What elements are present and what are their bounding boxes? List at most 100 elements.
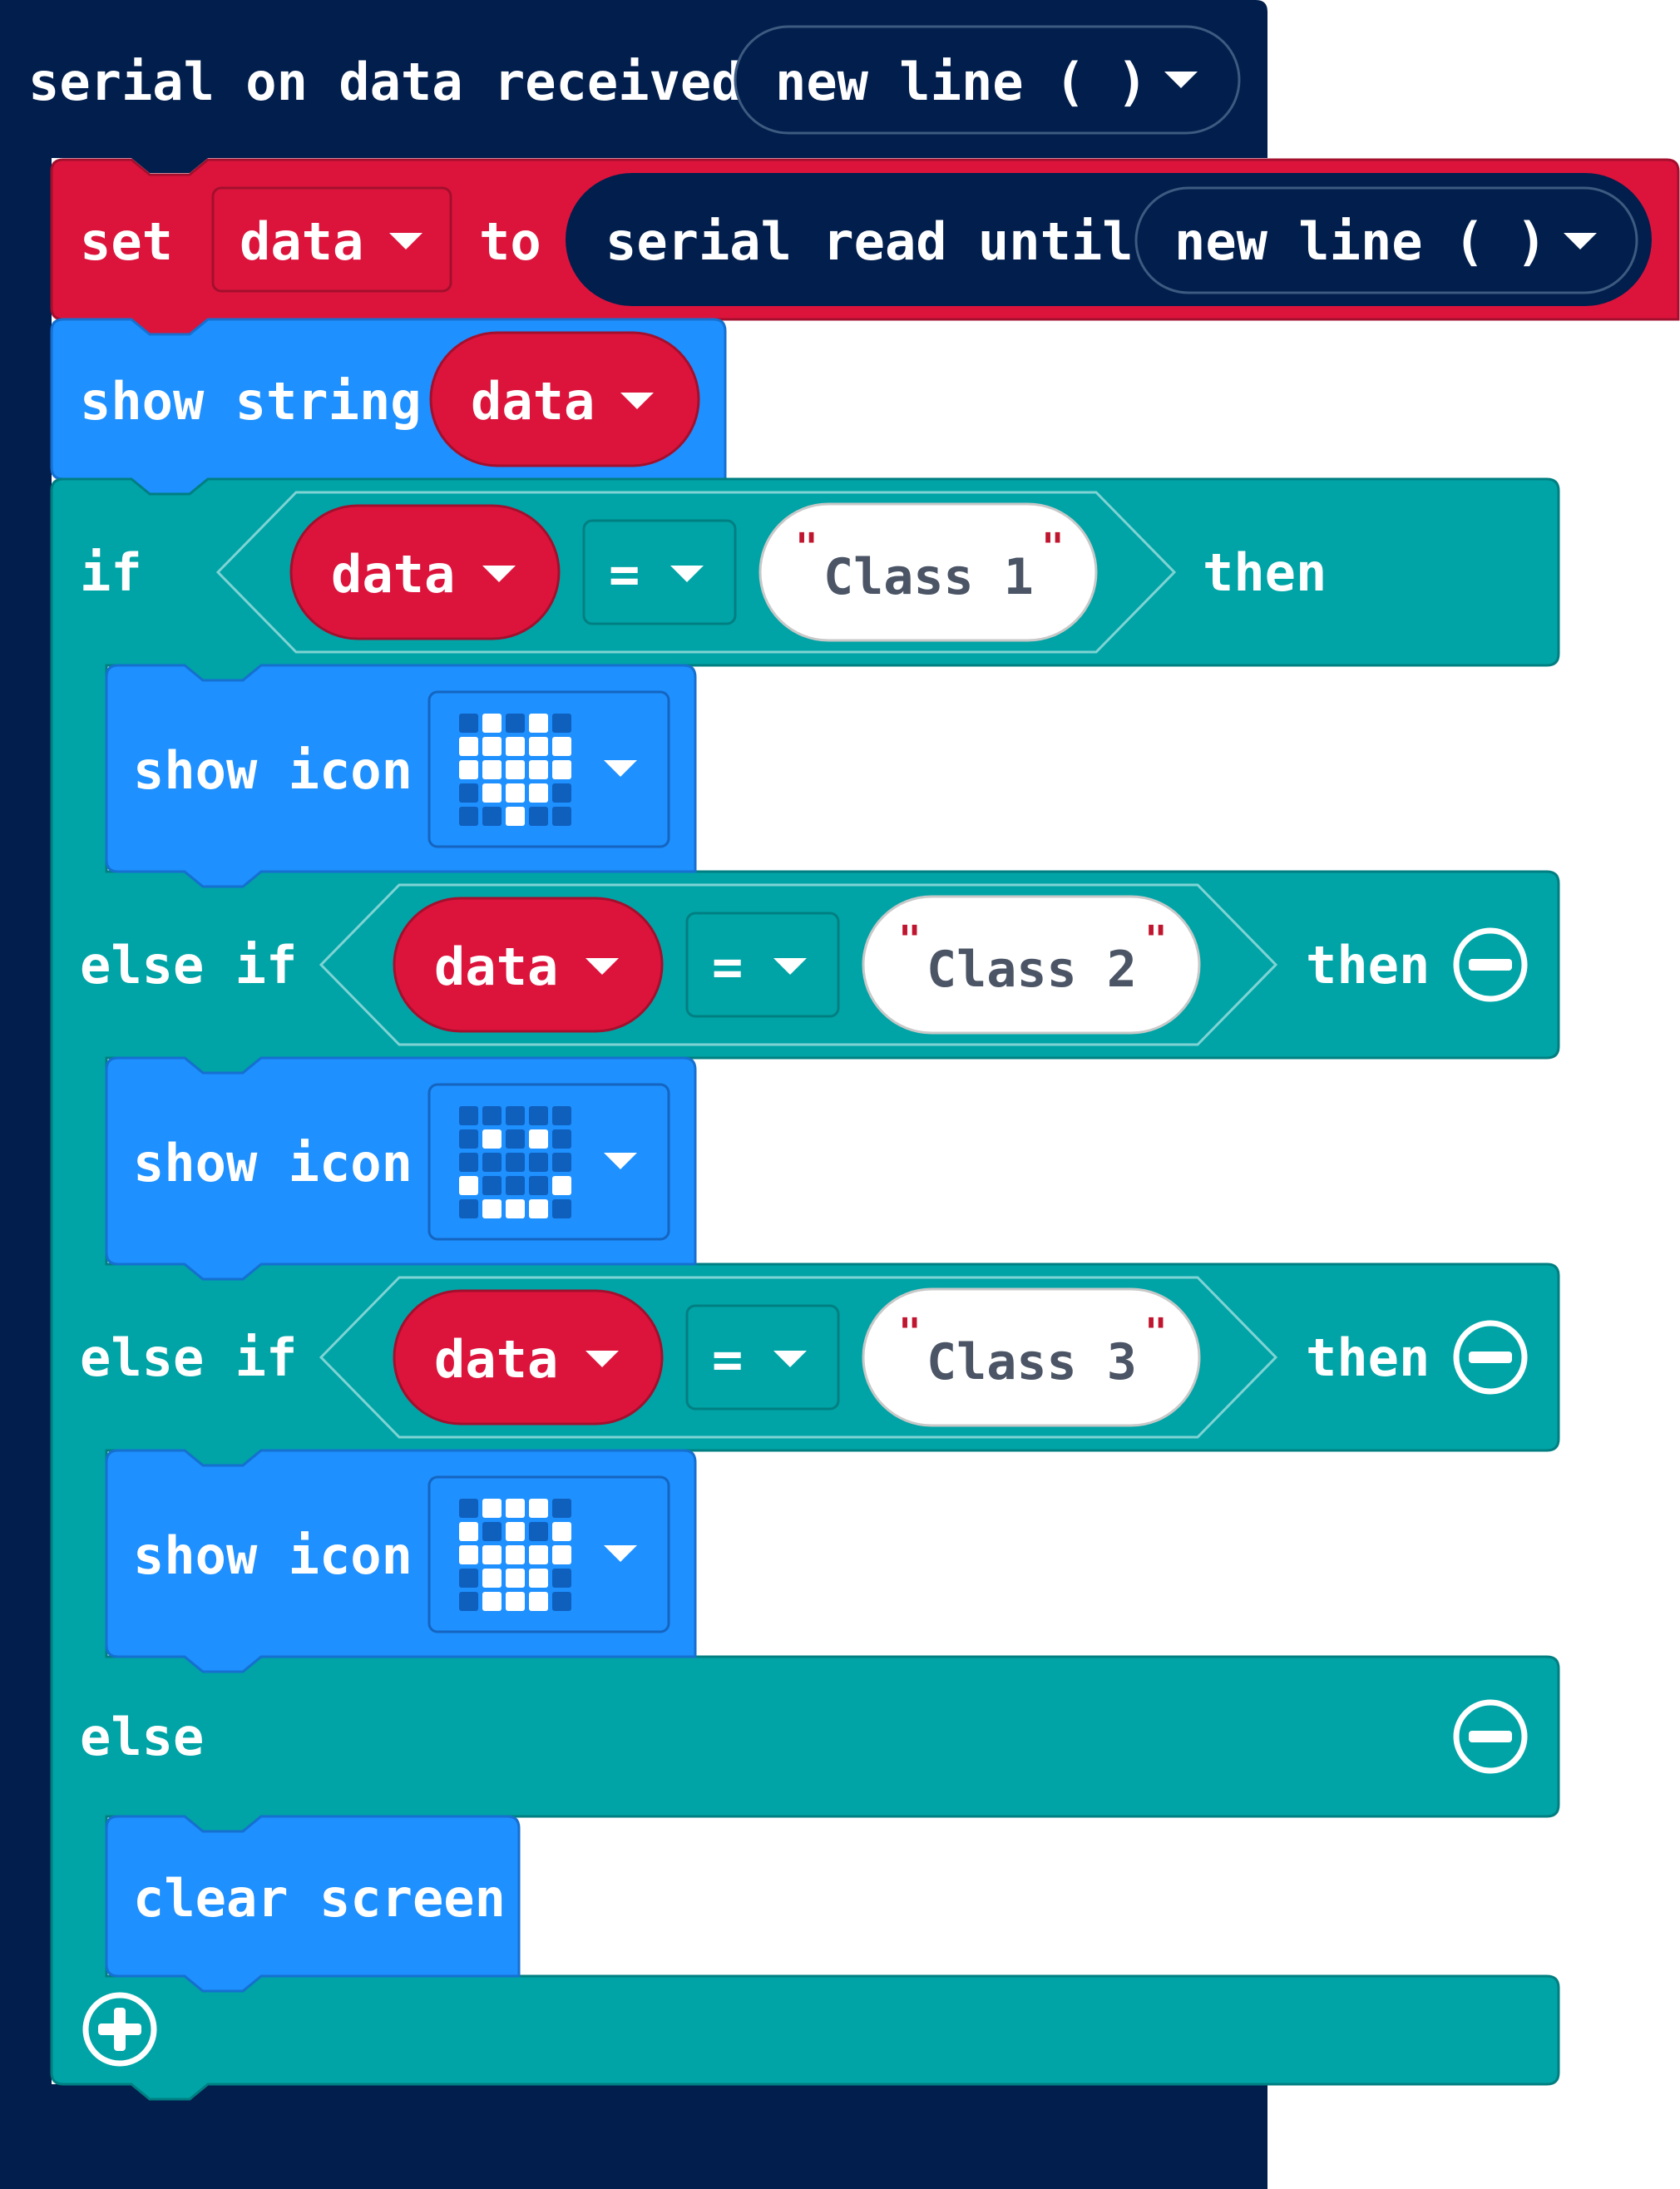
minus-icon <box>1469 1351 1512 1363</box>
serial-read-until-label: serial read until <box>605 211 1134 272</box>
led-on <box>482 1545 502 1564</box>
then-label-2: then <box>1306 935 1430 996</box>
led-on <box>459 1545 478 1564</box>
show-icon-block-2[interactable]: show icon <box>105 1056 697 1281</box>
compare-1-operator-dropdown[interactable]: = <box>582 519 737 625</box>
led-on <box>552 737 571 756</box>
led-off <box>529 1176 548 1195</box>
led-off <box>459 783 478 803</box>
led-on <box>482 737 502 756</box>
led-off <box>552 1499 571 1518</box>
compare-block-3[interactable]: data = " Class 3 " <box>319 1276 1278 1439</box>
icon-picker-2[interactable] <box>427 1083 670 1241</box>
led-on <box>459 1176 478 1195</box>
led-off <box>459 714 478 733</box>
led-off <box>506 1153 525 1172</box>
led-on <box>529 737 548 756</box>
show-string-variable-dropdown[interactable]: data <box>429 331 700 467</box>
compare-2-variable-name: data <box>434 936 558 997</box>
minus-icon <box>1469 959 1512 971</box>
led-off <box>529 1522 548 1541</box>
set-variable-block[interactable]: set data to serial read until new line (… <box>50 158 1680 336</box>
open-quote-icon: " <box>898 917 922 962</box>
compare-3-variable-dropdown[interactable]: data <box>393 1289 664 1426</box>
open-quote-icon: " <box>898 1310 922 1355</box>
led-off <box>459 807 478 826</box>
led-on <box>552 1522 571 1541</box>
led-off <box>459 1153 478 1172</box>
led-on <box>482 1129 502 1149</box>
compare-block-1[interactable]: data = " Class 1 " <box>215 491 1177 654</box>
compare-3-variable-name: data <box>434 1329 558 1390</box>
led-on <box>552 760 571 779</box>
led-off <box>482 1522 502 1541</box>
show-icon-block-1[interactable]: show icon <box>105 664 697 888</box>
led-off <box>482 1106 502 1125</box>
show-string-label: show string <box>80 371 422 432</box>
led-on <box>506 1199 525 1218</box>
show-string-variable-name: data <box>471 371 595 432</box>
set-variable-name: data <box>240 211 363 272</box>
read-delimiter-value: new line ( ) <box>1174 211 1547 272</box>
led-off <box>459 1499 478 1518</box>
show-string-block[interactable]: show string data <box>50 318 727 496</box>
led-off <box>459 1199 478 1218</box>
icon-picker-3[interactable] <box>427 1475 670 1633</box>
led-off <box>529 1153 548 1172</box>
compare-block-2[interactable]: data = " Class 2 " <box>319 883 1278 1046</box>
icon-picker-1[interactable] <box>427 690 670 848</box>
event-delimiter-value: new line ( ) <box>775 52 1148 112</box>
serial-read-until-block[interactable]: serial read until new line ( ) <box>566 173 1652 306</box>
led-on <box>529 760 548 779</box>
compare-1-variable-name: data <box>331 544 455 605</box>
led-on <box>529 1199 548 1218</box>
led-on <box>506 1545 525 1564</box>
show-icon-label-3: show icon <box>133 1525 413 1586</box>
led-off <box>552 1199 571 1218</box>
led-on <box>482 1592 502 1611</box>
led-on <box>459 1522 478 1541</box>
read-delimiter-dropdown[interactable]: new line ( ) <box>1134 186 1638 294</box>
led-off <box>552 1592 571 1611</box>
compare-3-string-field[interactable]: " Class 3 " <box>862 1287 1201 1427</box>
compare-2-string-field[interactable]: " Class 2 " <box>862 895 1201 1035</box>
clear-screen-block[interactable]: clear screen <box>105 1815 521 1993</box>
set-variable-dropdown[interactable]: data <box>211 186 452 293</box>
led-off <box>552 1106 571 1125</box>
led-off <box>529 807 548 826</box>
skull-icon <box>459 1499 571 1611</box>
event-block-label: serial on data received <box>28 52 743 112</box>
show-icon-label-1: show icon <box>133 740 413 801</box>
compare-3-operator-dropdown[interactable]: = <box>685 1304 840 1411</box>
led-on <box>552 1176 571 1195</box>
led-off <box>506 1176 525 1195</box>
led-off <box>482 1176 502 1195</box>
close-quote-icon: " <box>1041 525 1065 570</box>
to-label: to <box>479 211 541 272</box>
led-on <box>506 807 525 826</box>
show-icon-block-3[interactable]: show icon <box>105 1449 697 1673</box>
compare-2-string-value: Class 2 <box>926 941 1137 999</box>
close-quote-icon: " <box>1144 1310 1168 1355</box>
led-off <box>506 1129 525 1149</box>
led-off <box>482 1153 502 1172</box>
led-on <box>482 1199 502 1218</box>
led-on <box>529 1545 548 1564</box>
led-on <box>552 1545 571 1564</box>
open-quote-icon: " <box>795 525 818 570</box>
then-label-3: then <box>1306 1327 1430 1388</box>
led-on <box>506 760 525 779</box>
event-delimiter-dropdown[interactable]: new line ( ) <box>734 25 1241 135</box>
compare-2-variable-dropdown[interactable]: data <box>393 897 664 1033</box>
led-on <box>459 737 478 756</box>
if-else-block[interactable]: if data = " Class 1 " then show icon els… <box>50 477 1560 2101</box>
led-on <box>529 714 548 733</box>
compare-1-string-field[interactable]: " Class 1 " <box>758 502 1098 642</box>
clear-screen-label: clear screen <box>133 1868 506 1929</box>
compare-1-variable-dropdown[interactable]: data <box>289 504 561 640</box>
led-on <box>529 1592 548 1611</box>
compare-2-operator-dropdown[interactable]: = <box>685 912 840 1018</box>
heart-icon <box>459 714 571 826</box>
minus-icon <box>1469 1731 1512 1742</box>
compare-3-operator: = <box>712 1329 743 1390</box>
